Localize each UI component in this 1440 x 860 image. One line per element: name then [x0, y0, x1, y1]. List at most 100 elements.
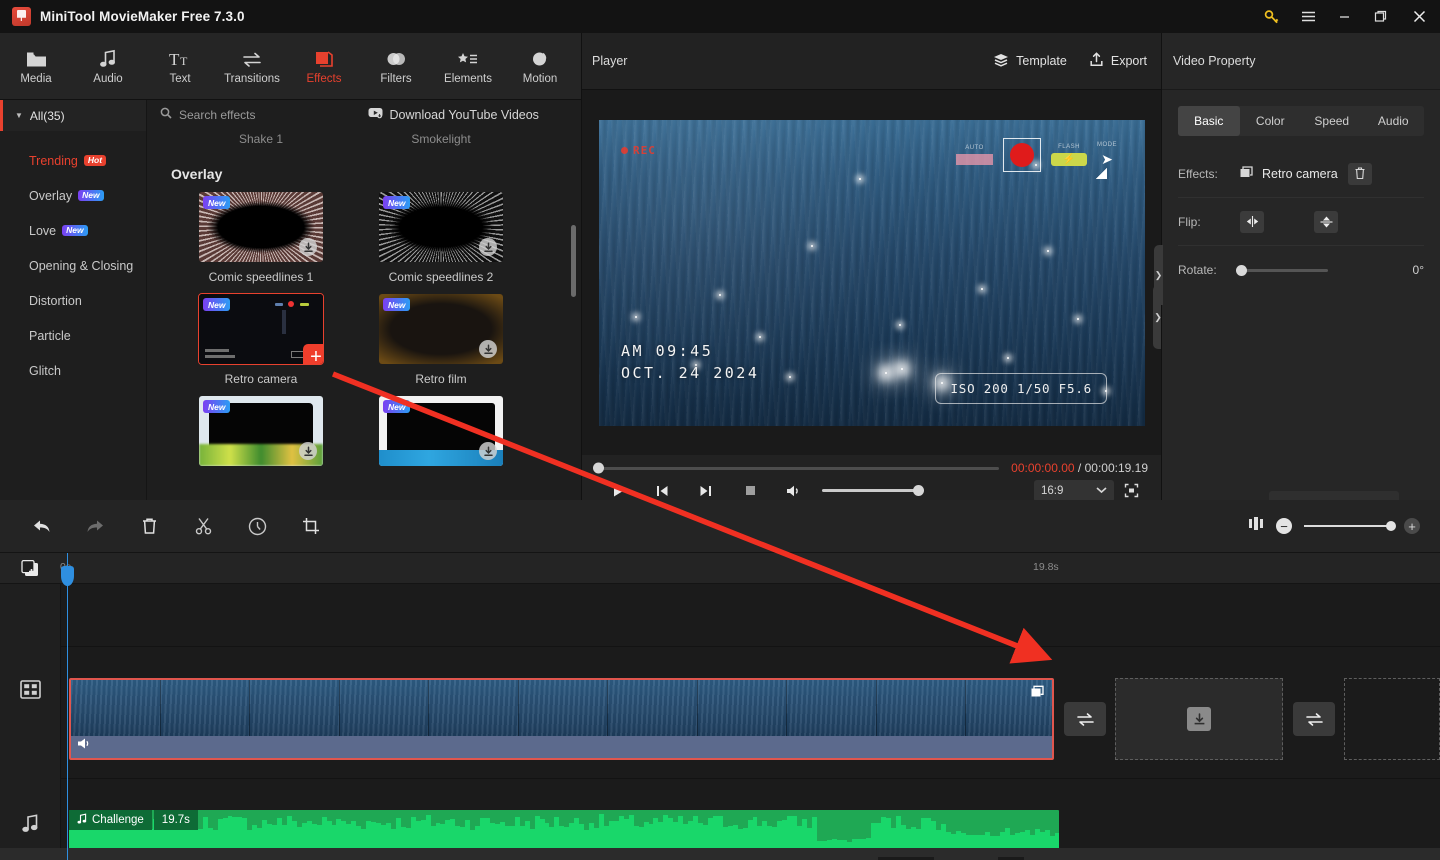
effect-card-comic-speedlines-2[interactable]: New Comic speedlines 2	[351, 192, 531, 284]
effect-label: Retro film	[415, 372, 467, 386]
tab-filters[interactable]: Filters	[360, 37, 432, 95]
flip-vertical-icon[interactable]	[1314, 210, 1338, 233]
effects-scroll-area[interactable]: Shake 1 Smokelight Overlay New Comic spe…	[147, 129, 581, 500]
volume-knob[interactable]	[913, 485, 924, 496]
timeline-video-clip[interactable]	[69, 678, 1054, 760]
seek-slider[interactable]	[593, 462, 1000, 474]
speed-gauge-icon[interactable]	[230, 500, 284, 553]
transition-swap-icon-right[interactable]	[1293, 702, 1335, 736]
speaker-icon[interactable]	[77, 737, 92, 755]
download-icon[interactable]	[479, 340, 497, 358]
video-preview-area[interactable]: REC AUTO FLASH ⚡ MODE ➤ AM 09:45 OCT. 24…	[582, 90, 1163, 455]
zoom-slider[interactable]	[1304, 521, 1396, 531]
player-panel: Player Template Export REC AUTO FLASH ⚡ …	[581, 33, 1163, 502]
sidebar-item-opening-closing[interactable]: Opening & Closing	[0, 248, 146, 283]
trash-icon[interactable]	[122, 500, 176, 553]
effect-thumbnail[interactable]: New	[379, 294, 503, 364]
playhead[interactable]	[61, 553, 74, 860]
applied-effect-chip[interactable]: Retro camera	[1240, 165, 1338, 182]
tab-transitions[interactable]: Transitions	[216, 37, 288, 95]
crop-icon[interactable]	[284, 500, 338, 553]
effect-thumbnail[interactable]: New	[199, 396, 323, 466]
hamburger-menu-icon[interactable]	[1290, 0, 1326, 33]
sidebar-item-overlay[interactable]: Overlay New	[0, 178, 146, 213]
download-youtube-button[interactable]: Download YouTube Videos	[368, 107, 539, 122]
media-drop-zone-secondary[interactable]	[1344, 678, 1440, 760]
app-window: MiniTool MovieMaker Free 7.3.0 Media Aud…	[0, 0, 1440, 860]
export-button[interactable]: Export	[1089, 52, 1147, 70]
effect-thumbnail[interactable]: New	[199, 192, 323, 262]
trash-icon[interactable]	[1347, 162, 1372, 185]
effect-thumbnail[interactable]: New +	[198, 293, 324, 365]
template-label: Template	[1016, 54, 1067, 68]
sidebar-item-glitch[interactable]: Glitch	[0, 353, 146, 388]
minimize-icon[interactable]	[1326, 0, 1362, 33]
download-icon[interactable]	[479, 238, 497, 256]
effect-card-retro-camera[interactable]: New + Retro camera	[171, 293, 351, 386]
tab-text[interactable]: TT Text	[144, 37, 216, 95]
tab-motion[interactable]: Motion	[504, 37, 576, 95]
transition-swap-icon-left[interactable]	[1064, 702, 1106, 736]
key-icon[interactable]	[1254, 0, 1290, 33]
download-icon[interactable]	[479, 442, 497, 460]
flash-icon: ⚡	[1051, 152, 1087, 166]
timecode-display: 00:00:00.00 / 00:00:19.19	[1011, 461, 1148, 475]
player-controls: 00:00:00.00 / 00:00:19.19 16:9	[582, 455, 1162, 502]
sidebar-item-distortion[interactable]: Distortion	[0, 283, 146, 318]
fullscreen-icon[interactable]	[1114, 483, 1148, 498]
sidebar-item-love[interactable]: Love New	[0, 213, 146, 248]
add-media-icon[interactable]	[21, 559, 40, 577]
property-collapse-handle[interactable]: ❯	[1154, 245, 1163, 305]
effect-card-comic-speedlines-1[interactable]: New Comic speedlines 1	[171, 192, 351, 284]
tab-effects[interactable]: Effects	[288, 37, 360, 95]
aspect-ratio-select[interactable]: 16:9	[1034, 479, 1114, 502]
volume-icon[interactable]	[772, 484, 816, 498]
flip-horizontal-icon[interactable]	[1240, 210, 1264, 233]
template-button[interactable]: Template	[993, 53, 1067, 70]
timeline-audio-clip[interactable]: Challenge 19.7s	[69, 810, 1059, 852]
category-all[interactable]: ▼ All(35)	[0, 100, 146, 131]
tab-elements[interactable]: Elements	[432, 37, 504, 95]
zoom-knob[interactable]	[1386, 521, 1396, 531]
play-icon[interactable]	[596, 484, 640, 498]
download-icon[interactable]	[299, 442, 317, 460]
sidebar-item-trending[interactable]: Trending Hot	[0, 143, 146, 178]
scissors-icon[interactable]	[176, 500, 230, 553]
next-frame-icon[interactable]	[684, 484, 728, 498]
effects-scrollbar[interactable]	[571, 225, 576, 297]
close-icon[interactable]	[1398, 0, 1440, 33]
playhead-knob[interactable]	[61, 566, 74, 586]
seek-knob[interactable]	[593, 462, 604, 474]
tab-color[interactable]: Color	[1240, 106, 1302, 136]
redo-arrow-icon[interactable]	[68, 500, 122, 553]
effect-card-sea[interactable]: New	[351, 396, 531, 466]
stop-icon[interactable]	[728, 484, 772, 497]
fit-timeline-icon[interactable]	[1248, 516, 1264, 536]
tab-audio[interactable]: Audio	[72, 37, 144, 95]
download-icon[interactable]	[299, 238, 317, 256]
effect-thumbnail[interactable]: New	[379, 192, 503, 262]
tab-basic[interactable]: Basic	[1178, 106, 1240, 136]
effect-layers-icon[interactable]	[1030, 684, 1047, 700]
media-drop-zone[interactable]	[1115, 678, 1283, 760]
tab-media[interactable]: Media	[0, 37, 72, 95]
pink-bar-indicator	[956, 153, 993, 165]
undo-arrow-icon[interactable]	[14, 500, 68, 553]
effect-thumbnail[interactable]: New	[379, 396, 503, 466]
maximize-icon[interactable]	[1362, 0, 1398, 33]
tab-audio[interactable]: Audio	[1363, 106, 1425, 136]
effect-card-garden[interactable]: New	[171, 396, 351, 466]
add-effect-button[interactable]: +	[303, 344, 323, 364]
rotate-slider[interactable]	[1236, 264, 1328, 276]
zoom-out-icon[interactable]: −	[1276, 518, 1292, 534]
zoom-in-icon[interactable]: +	[1404, 518, 1420, 534]
timeline-ruler[interactable]: 0s 19.8s	[0, 553, 1440, 584]
previous-frame-icon[interactable]	[640, 484, 684, 498]
rotate-knob[interactable]	[1236, 264, 1247, 276]
volume-slider[interactable]	[822, 485, 924, 496]
search-input[interactable]: Search effects	[160, 107, 256, 122]
tab-speed[interactable]: Speed	[1301, 106, 1363, 136]
sidebar-item-particle[interactable]: Particle	[0, 318, 146, 353]
effect-card-retro-film[interactable]: New Retro film	[351, 294, 531, 386]
seek-row: 00:00:00.00 / 00:00:19.19	[582, 455, 1162, 481]
